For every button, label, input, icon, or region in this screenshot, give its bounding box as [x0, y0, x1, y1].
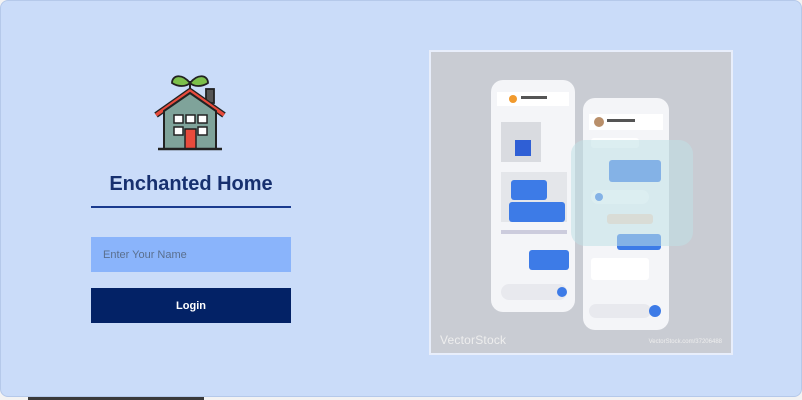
brand-title: Enchanted Home — [109, 173, 273, 195]
chat-app-phones-illustration — [431, 52, 731, 353]
title-underline — [91, 206, 291, 208]
name-input[interactable] — [91, 237, 291, 272]
watermark-brand: VectorStock — [440, 333, 507, 347]
login-button[interactable]: Login — [91, 288, 291, 323]
hero-image: VectorStock VectorStock.com/37206488 — [429, 50, 733, 355]
house-with-sprout-icon — [154, 75, 226, 151]
watermark-id: VectorStock.com/37206488 — [648, 339, 722, 345]
page-background: Enchanted Home Login — [0, 0, 802, 397]
